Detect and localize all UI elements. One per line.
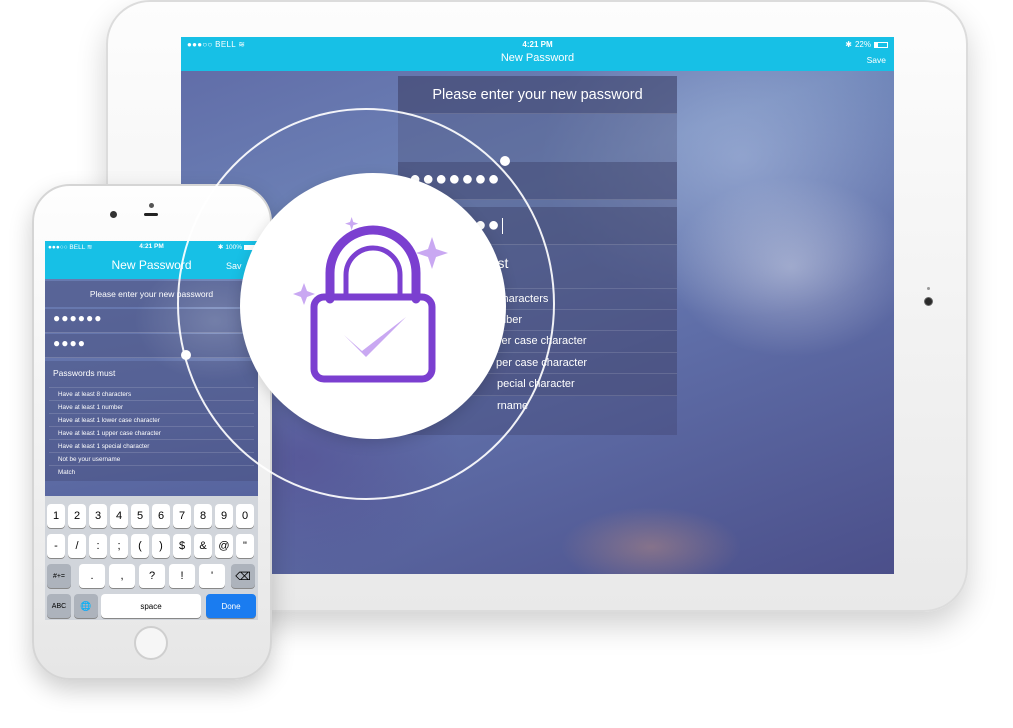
- orbit-dot: [181, 350, 191, 360]
- done-key[interactable]: Done: [206, 594, 256, 618]
- key-6[interactable]: 6: [152, 504, 170, 528]
- abc-key[interactable]: ABC: [47, 594, 71, 618]
- key-question[interactable]: ?: [139, 564, 165, 588]
- space-key[interactable]: space: [101, 594, 201, 618]
- key-open-paren[interactable]: (: [131, 534, 149, 558]
- key-7[interactable]: 7: [173, 504, 191, 528]
- battery-percent: 22%: [854, 40, 871, 49]
- key-4[interactable]: 4: [110, 504, 128, 528]
- key-hyphen[interactable]: -: [47, 534, 65, 558]
- key-comma[interactable]: ,: [109, 564, 135, 588]
- key-colon[interactable]: :: [89, 534, 107, 558]
- key-ampersand[interactable]: &: [194, 534, 212, 558]
- key-semicolon[interactable]: ;: [110, 534, 128, 558]
- key-at[interactable]: @: [215, 534, 233, 558]
- symbols-key[interactable]: #+=: [47, 564, 71, 588]
- confirm-mask: ●●●●: [53, 336, 86, 350]
- key-8[interactable]: 8: [194, 504, 212, 528]
- phone-rule-item: Not be your username: [49, 452, 254, 465]
- orbit-dot: [500, 156, 510, 166]
- tablet-save-button[interactable]: Save: [867, 55, 886, 65]
- key-close-paren[interactable]: ): [152, 534, 170, 558]
- phone-sensor: [149, 203, 154, 208]
- lock-badge: [240, 173, 506, 439]
- tablet-nav-bar: ●●●○○ BELL ≋ 4:21 PM ✱ 22% New Password …: [181, 37, 894, 71]
- key-5[interactable]: 5: [131, 504, 149, 528]
- tablet-page-title: New Password: [500, 52, 575, 64]
- password-mask: ●●●●●●: [53, 311, 103, 325]
- globe-icon[interactable]: 🌐: [74, 594, 98, 618]
- phone-camera: [110, 211, 117, 218]
- home-button[interactable]: [134, 626, 168, 660]
- key-apostrophe[interactable]: ': [199, 564, 225, 588]
- phone-rule-item: Match: [49, 465, 254, 478]
- key-3[interactable]: 3: [89, 504, 107, 528]
- bluetooth-icon: ✱: [845, 40, 852, 49]
- delete-key-icon[interactable]: ⌫: [231, 564, 255, 588]
- key-9[interactable]: 9: [215, 504, 233, 528]
- key-1[interactable]: 1: [47, 504, 65, 528]
- phone-rule-item: Have at least 1 special character: [49, 439, 254, 452]
- battery-icon: [874, 41, 888, 48]
- lock-check-icon: [293, 217, 448, 383]
- key-2[interactable]: 2: [68, 504, 86, 528]
- tablet-clock: 4:21 PM: [522, 40, 553, 49]
- key-exclamation[interactable]: !: [169, 564, 195, 588]
- key-slash[interactable]: /: [68, 534, 86, 558]
- key-dollar[interactable]: $: [173, 534, 191, 558]
- tablet-sensor: [927, 287, 930, 290]
- key-period[interactable]: .: [79, 564, 105, 588]
- key-0[interactable]: 0: [236, 504, 254, 528]
- numeric-keyboard: 1 2 3 4 5 6 7 8 9 0 - / : ; ( ) $ & @ " …: [45, 496, 258, 620]
- tablet-battery: ✱ 22%: [845, 40, 888, 49]
- phone-rules-header: Passwords must: [53, 368, 116, 378]
- key-quote[interactable]: ": [236, 534, 254, 558]
- tablet-prompt: Please enter your new password: [398, 76, 677, 114]
- tablet-camera: [924, 297, 933, 306]
- phone-speaker: [144, 213, 158, 216]
